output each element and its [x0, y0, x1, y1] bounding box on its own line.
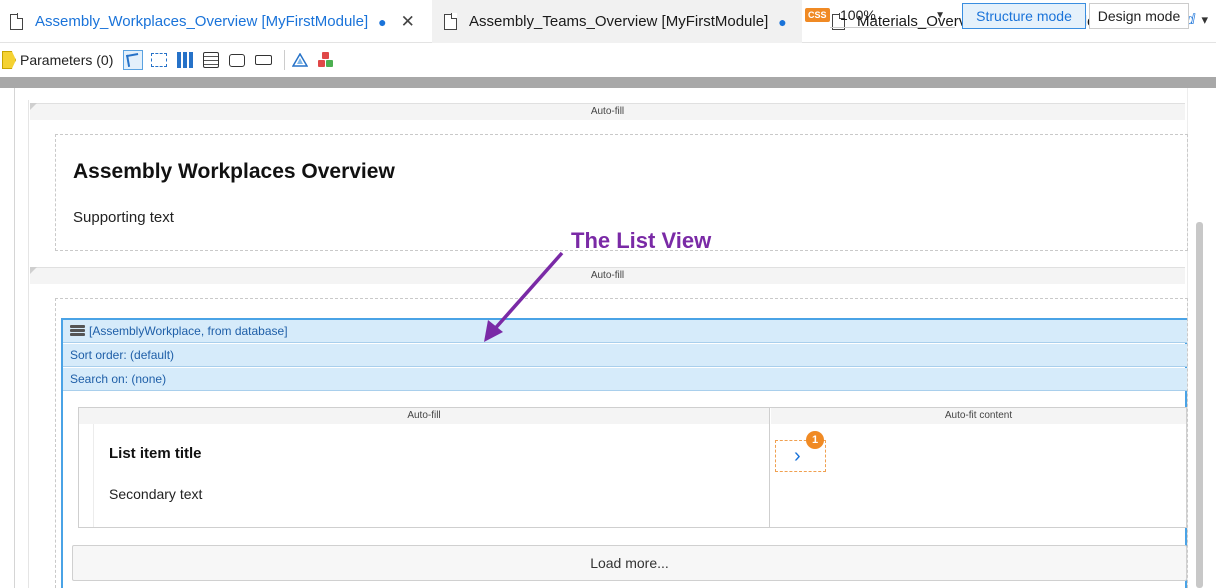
- canvas-guide-line: [28, 100, 29, 588]
- list-item-template[interactable]: Auto-fill Auto-fit content: [78, 407, 1187, 528]
- card-tool-button[interactable]: [227, 50, 247, 70]
- select-tool-button[interactable]: [123, 50, 144, 70]
- tab-title: Assembly_Teams_Overview [MyFirstModule]: [469, 13, 769, 30]
- tab-list-dropdown-icon[interactable]: ▾: [1201, 12, 1208, 28]
- supporting-text[interactable]: Supporting text: [73, 209, 174, 226]
- tab-assembly-workplaces-overview[interactable]: Assembly_Workplaces_Overview [MyFirstMod…: [10, 0, 430, 43]
- design-mode-button[interactable]: Design mode: [1089, 3, 1189, 29]
- input-tool-button[interactable]: [253, 50, 273, 70]
- css-icon[interactable]: CSS: [805, 8, 830, 22]
- corner-marker: [30, 267, 37, 274]
- list-view-sort-order[interactable]: Sort order: (default): [63, 344, 1187, 367]
- annotation-arrow-icon: [484, 251, 564, 342]
- list-item-title[interactable]: List item title: [109, 445, 202, 462]
- autofit-column-header[interactable]: Auto-fit content: [771, 408, 1186, 424]
- rounded-rect-icon: [229, 53, 246, 67]
- parameters-icon[interactable]: [2, 51, 16, 69]
- widget-blocks-icon: [318, 52, 334, 68]
- tab-title: Assembly_Workplaces_Overview [MyFirstMod…: [35, 13, 369, 30]
- autofill-column-header[interactable]: Auto-fill: [30, 103, 1185, 120]
- toolbar-separator: [284, 50, 286, 70]
- canvas-guide-line: [14, 88, 15, 588]
- page-title[interactable]: Assembly Workplaces Overview: [73, 160, 395, 184]
- scrollbar-thumb[interactable]: [1196, 222, 1203, 588]
- structure-mode-button[interactable]: Structure mode: [962, 3, 1086, 29]
- load-more-button[interactable]: Load more...: [72, 545, 1187, 581]
- list-view-tool-button[interactable]: [201, 50, 221, 70]
- dashed-container-icon: [151, 53, 168, 67]
- layout-grid-tool-button[interactable]: [175, 50, 195, 70]
- parameters-button[interactable]: Parameters (0): [20, 52, 113, 68]
- page-editor-toolbar: Parameters (0): [0, 44, 1216, 76]
- document-icon: [10, 13, 24, 30]
- input-box-icon: [254, 55, 272, 65]
- template-left-column[interactable]: Auto-fill: [79, 408, 770, 527]
- close-tab-icon[interactable]: ✕: [401, 12, 415, 32]
- unsaved-dot-icon: ●: [378, 13, 387, 30]
- chevron-down-icon: ▼: [935, 9, 945, 21]
- pointer-icon: [126, 53, 141, 67]
- template-left-content: [93, 424, 769, 527]
- error-count-badge[interactable]: 1: [806, 431, 824, 449]
- columns-icon: [177, 52, 194, 68]
- canvas-top-border: [0, 77, 1216, 88]
- container-tool-button[interactable]: [149, 50, 169, 70]
- chevron-right-icon: ›: [794, 445, 801, 467]
- list-view-datasource[interactable]: [AssemblyWorkplace, from database]: [63, 320, 1187, 343]
- autofill-column-header[interactable]: Auto-fill: [30, 267, 1185, 284]
- conditional-visibility-button[interactable]: [290, 50, 310, 70]
- list-view-search-on[interactable]: Search on: (none): [63, 368, 1187, 391]
- list-item-secondary-text[interactable]: Secondary text: [109, 486, 202, 502]
- document-icon: [444, 13, 458, 30]
- zoom-select[interactable]: 100% ▼: [830, 3, 955, 28]
- corner-marker: [30, 103, 37, 110]
- unsaved-dot-icon: ●: [778, 13, 787, 30]
- annotation-label: The List View: [571, 228, 712, 253]
- autofill-column-header[interactable]: Auto-fill: [79, 408, 769, 424]
- database-icon: [70, 324, 85, 338]
- datasource-label: [AssemblyWorkplace, from database]: [89, 324, 288, 338]
- widgets-button[interactable]: [316, 50, 336, 70]
- zoom-value: 100%: [840, 7, 876, 23]
- list-view-icon: [203, 52, 220, 68]
- triangle-icon: [292, 53, 309, 67]
- tab-assembly-teams-overview[interactable]: Assembly_Teams_Overview [MyFirstModule] …: [432, 0, 802, 43]
